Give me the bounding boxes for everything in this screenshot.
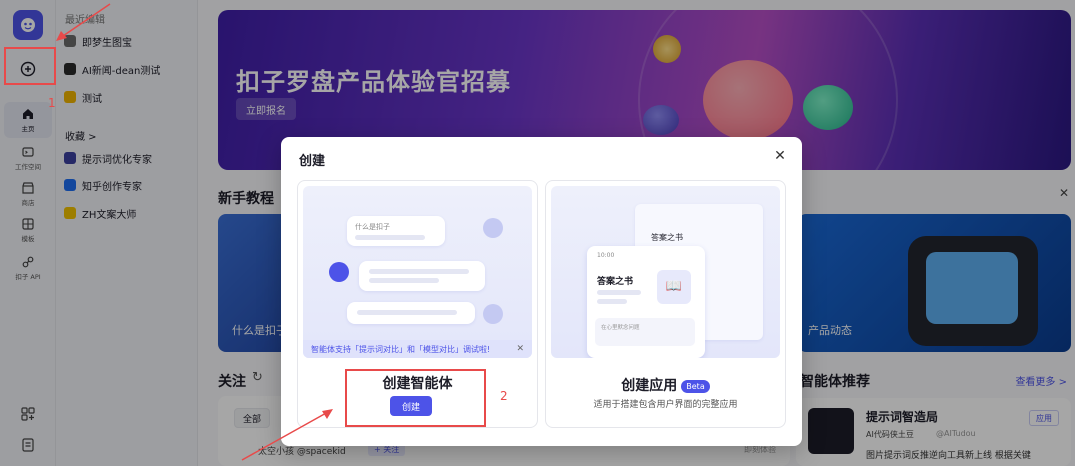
annotation-step-1: 1 (48, 96, 56, 110)
question-input: 在心里默念问题 (595, 318, 695, 346)
highlight-box (4, 47, 56, 85)
chat-bubble: 什么是扣子 (347, 216, 445, 246)
annotation-arrow-icon (56, 3, 111, 41)
chat-bubble (347, 302, 475, 324)
create-app-card[interactable]: 答案之书 10:00 答案之书 📖 在心里默念问题 创建应用 Beta 适用于搭建… (545, 180, 786, 428)
book-title-back: 答案之书 (651, 233, 683, 242)
book-icon: 📖 (657, 270, 691, 304)
close-icon[interactable]: ✕ (772, 148, 788, 164)
phone-mockup: 10:00 答案之书 📖 在心里默念问题 (587, 246, 705, 358)
app-illustration: 答案之书 10:00 答案之书 📖 在心里默念问题 (551, 186, 780, 358)
dialog-title: 创建 (299, 154, 326, 169)
debug-notice: 智能体支持「提示词对比」和「模型对比」调试啦! ✕ (303, 340, 532, 358)
annotation-arrow-icon (241, 409, 333, 461)
agent-illustration: 什么是扣子 智能体支持「提示词对比」和「模型对比」调试啦! ✕ (303, 186, 532, 358)
beta-badge: Beta (681, 379, 710, 393)
phone-time: 10:00 (597, 252, 615, 259)
annotation-step-2: 2 (500, 389, 508, 403)
user-avatar-icon (483, 218, 503, 238)
create-app-title-text: 创建应用 (621, 378, 678, 394)
create-app-subtitle: 适用于搭建包含用户界面的完整应用 (593, 400, 738, 410)
close-icon[interactable]: ✕ (516, 344, 524, 354)
chat-placeholder: 什么是扣子 (355, 223, 390, 231)
user-avatar-icon (483, 304, 503, 324)
debug-notice-text: 智能体支持「提示词对比」和「模型对比」调试啦! (311, 344, 491, 354)
chat-bubble (359, 261, 485, 291)
input-hint: 在心里默念问题 (601, 325, 640, 331)
create-app-title: 创建应用 Beta (546, 375, 785, 395)
bot-avatar-icon (329, 262, 349, 282)
book-title: 答案之书 (597, 277, 634, 287)
highlight-box (345, 369, 486, 427)
